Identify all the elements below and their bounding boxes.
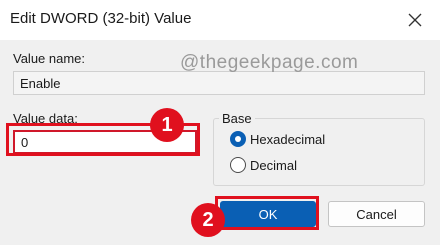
value-name-field[interactable]: Enable (13, 71, 425, 95)
title-bar: Edit DWORD (32-bit) Value (0, 0, 440, 40)
watermark: @thegeekpage.com (180, 52, 359, 73)
annotation-badge-1: 1 (150, 108, 184, 142)
ok-button[interactable]: OK (220, 201, 316, 227)
value-name-text: Enable (20, 75, 61, 91)
radio-decimal[interactable]: Decimal (230, 157, 297, 173)
radio-unchecked-icon (230, 157, 246, 173)
annotation-badge-2: 2 (191, 203, 225, 237)
close-icon (408, 13, 422, 27)
base-groupbox (213, 118, 425, 186)
radio-checked-icon (230, 131, 246, 147)
cancel-button[interactable]: Cancel (328, 201, 425, 227)
radio-decimal-label: Decimal (250, 157, 297, 173)
close-button[interactable] (402, 7, 428, 33)
radio-hexadecimal[interactable]: Hexadecimal (230, 131, 325, 147)
value-name-label: Value name: (13, 51, 86, 66)
value-data-text: 0 (21, 134, 29, 150)
radio-hexadecimal-label: Hexadecimal (250, 131, 326, 147)
window-title: Edit DWORD (32-bit) Value (10, 10, 192, 27)
base-group-label: Base (219, 111, 255, 126)
value-data-label: Value data: (13, 111, 78, 126)
